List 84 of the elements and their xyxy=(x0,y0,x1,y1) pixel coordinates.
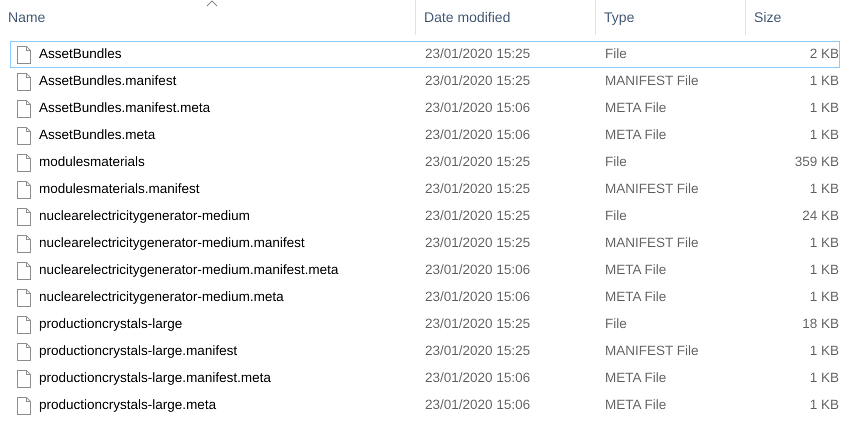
file-icon xyxy=(17,126,31,144)
date-modified: 23/01/2020 15:06 xyxy=(424,288,532,306)
file-size: 1 KB xyxy=(808,261,840,280)
file-type: MANIFEST File xyxy=(604,342,700,360)
file-row[interactable]: productioncrystals-large 23/01/2020 15:25 File 18 KB xyxy=(10,311,840,338)
file-icon xyxy=(17,288,31,306)
file-name: AssetBundles.manifest.meta xyxy=(39,99,210,118)
date-modified: 23/01/2020 15:25 xyxy=(424,342,532,360)
file-type: META File xyxy=(604,396,668,414)
file-name: modulesmaterials.manifest xyxy=(39,180,200,198)
file-size: 1 KB xyxy=(808,369,840,388)
file-size: 1 KB xyxy=(808,180,840,198)
file-name: AssetBundles xyxy=(39,45,122,64)
file-icon xyxy=(17,370,31,388)
file-size: 24 KB xyxy=(801,207,840,226)
file-size: 1 KB xyxy=(808,99,840,118)
file-name: modulesmaterials xyxy=(39,153,145,172)
date-modified: 23/01/2020 15:06 xyxy=(424,261,532,280)
file-icon xyxy=(17,72,31,90)
file-size: 1 KB xyxy=(808,342,840,360)
file-row[interactable]: AssetBundles 23/01/2020 15:25 File 2 KB xyxy=(10,41,840,68)
file-icon xyxy=(17,100,31,118)
file-icon xyxy=(17,342,31,360)
file-type: MANIFEST File xyxy=(604,180,700,198)
file-size: 1 KB xyxy=(808,72,840,90)
file-row[interactable]: nuclearelectricitygenerator-medium 23/01/2020 15:25 File 24 KB xyxy=(10,203,840,230)
file-icon xyxy=(17,180,31,198)
date-modified: 23/01/2020 15:25 xyxy=(424,234,532,252)
file-icon xyxy=(17,396,31,414)
file-name: nuclearelectricitygenerator-medium.manifest.meta xyxy=(39,261,338,280)
file-size: 1 KB xyxy=(808,126,840,144)
file-icon xyxy=(17,234,31,252)
file-row[interactable]: nuclearelectricitygenerator-medium.meta 23/01/2020 15:06 META File 1 KB xyxy=(10,284,840,311)
date-modified: 23/01/2020 15:25 xyxy=(424,315,532,334)
date-modified: 23/01/2020 15:25 xyxy=(424,72,532,90)
file-name: productioncrystals-large.manifest.meta xyxy=(39,369,271,388)
file-size: 1 KB xyxy=(808,288,840,306)
file-row[interactable]: productioncrystals-large.manifest 23/01/2020 15:25 MANIFEST File 1 KB xyxy=(10,338,840,365)
date-modified: 23/01/2020 15:25 xyxy=(424,180,532,198)
file-icon xyxy=(17,208,31,226)
file-icon xyxy=(17,46,31,64)
file-icon xyxy=(17,316,31,334)
file-row[interactable]: nuclearelectricitygenerator-medium.manifest.meta 23/01/2020 15:06 META File 1 KB xyxy=(10,257,840,284)
file-row[interactable]: modulesmaterials 23/01/2020 15:25 File 359 KB xyxy=(10,149,840,176)
file-row[interactable]: nuclearelectricitygenerator-medium.manifest 23/01/2020 15:25 MANIFEST File 1 KB xyxy=(10,230,840,257)
date-modified: 23/01/2020 15:25 xyxy=(424,207,532,226)
file-row[interactable]: AssetBundles.meta 23/01/2020 15:06 META File 1 KB xyxy=(10,122,840,149)
file-name: AssetBundles.manifest xyxy=(39,72,176,90)
file-name: nuclearelectricitygenerator-medium xyxy=(39,207,250,226)
file-name: AssetBundles.meta xyxy=(39,126,156,144)
date-modified: 23/01/2020 15:25 xyxy=(424,45,532,64)
file-size: 18 KB xyxy=(801,315,840,334)
file-row[interactable]: modulesmaterials.manifest 23/01/2020 15:25 MANIFEST File 1 KB xyxy=(10,176,840,203)
file-row[interactable]: productioncrystals-large.manifest.meta 23/01/2020 15:06 META File 1 KB xyxy=(10,365,840,392)
file-row[interactable]: AssetBundles.manifest.meta 23/01/2020 15:06 META File 1 KB xyxy=(10,95,840,122)
file-name: productioncrystals-large xyxy=(39,315,182,334)
file-name: productioncrystals-large.meta xyxy=(39,396,216,414)
file-name: nuclearelectricitygenerator-medium.manifest xyxy=(39,234,305,252)
file-size: 1 KB xyxy=(808,234,840,252)
file-name: productioncrystals-large.manifest xyxy=(39,342,238,360)
file-type: File xyxy=(604,45,628,64)
file-row[interactable]: AssetBundles.manifest 23/01/2020 15:25 MANIFEST File 1 KB xyxy=(10,68,840,95)
file-icon xyxy=(17,154,31,172)
file-type: File xyxy=(604,207,628,226)
file-type: MANIFEST File xyxy=(604,234,700,252)
file-row[interactable]: productioncrystals-large.meta 23/01/2020 15:06 META File 1 KB xyxy=(10,392,840,419)
date-modified: 23/01/2020 15:06 xyxy=(424,396,532,414)
file-type: META File xyxy=(604,99,668,118)
file-type: META File xyxy=(604,369,668,388)
date-modified: 23/01/2020 15:25 xyxy=(424,153,532,172)
file-size: 2 KB xyxy=(808,45,840,64)
file-type: File xyxy=(604,315,628,334)
file-type: META File xyxy=(604,126,668,144)
file-icon xyxy=(17,262,31,280)
file-type: File xyxy=(604,153,628,172)
date-modified: 23/01/2020 15:06 xyxy=(424,126,532,144)
file-type: MANIFEST File xyxy=(604,72,700,90)
file-size: 1 KB xyxy=(808,396,840,414)
file-type: META File xyxy=(604,288,668,306)
file-name: nuclearelectricitygenerator-medium.meta xyxy=(39,288,284,306)
file-type: META File xyxy=(604,261,668,280)
date-modified: 23/01/2020 15:06 xyxy=(424,369,532,388)
date-modified: 23/01/2020 15:06 xyxy=(424,99,532,118)
file-size: 359 KB xyxy=(794,153,840,172)
